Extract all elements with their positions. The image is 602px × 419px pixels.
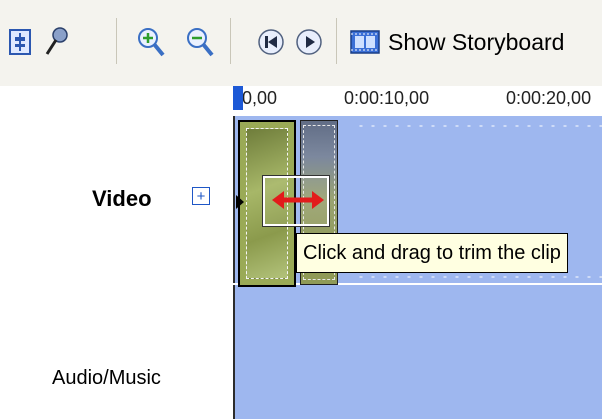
rewind-button[interactable] [257, 24, 285, 60]
show-storyboard-label: Show Storyboard [388, 28, 565, 55]
trim-tooltip: Click and drag to trim the clip [296, 233, 568, 273]
narrate-timeline-button[interactable] [42, 24, 70, 60]
ruler-tick: 0,00 [242, 88, 278, 108]
zoom-in-icon [138, 28, 165, 57]
trim-arrow-icon [272, 191, 324, 209]
audio-music-track-label: Audio/Music [52, 367, 161, 389]
timeline-toolbar: Show Storyboard [0, 0, 602, 86]
toolbar-separator [230, 18, 231, 64]
playhead[interactable] [233, 86, 243, 110]
zoom-out-icon [187, 28, 214, 57]
ruler-tick: 0:00:20,00 [506, 88, 592, 108]
zoom-out-button[interactable] [186, 24, 214, 60]
play-button[interactable] [295, 24, 323, 60]
toolbar-separator [336, 18, 337, 64]
video-track-label: Video [92, 186, 152, 211]
ruler-tick: 0:00:10,00 [344, 88, 430, 108]
set-audio-levels-icon [9, 29, 31, 55]
storyboard-icon [350, 30, 380, 54]
narrate-timeline-icon [45, 27, 68, 55]
set-audio-levels-button[interactable] [6, 24, 34, 60]
track-pointer-icon [236, 195, 244, 209]
play-icon [296, 29, 322, 55]
transition-track-dots [355, 124, 602, 128]
zoom-in-button[interactable] [137, 24, 165, 60]
show-storyboard-button[interactable]: Show Storyboard [350, 22, 564, 62]
expand-video-track-button[interactable]: + [192, 187, 210, 205]
timeline-ruler[interactable]: 0,00 0:00:10,00 0:00:20,00 [233, 86, 602, 117]
toolbar-separator [116, 18, 117, 64]
rewind-icon [258, 29, 284, 55]
transition-track-dots [355, 275, 602, 279]
